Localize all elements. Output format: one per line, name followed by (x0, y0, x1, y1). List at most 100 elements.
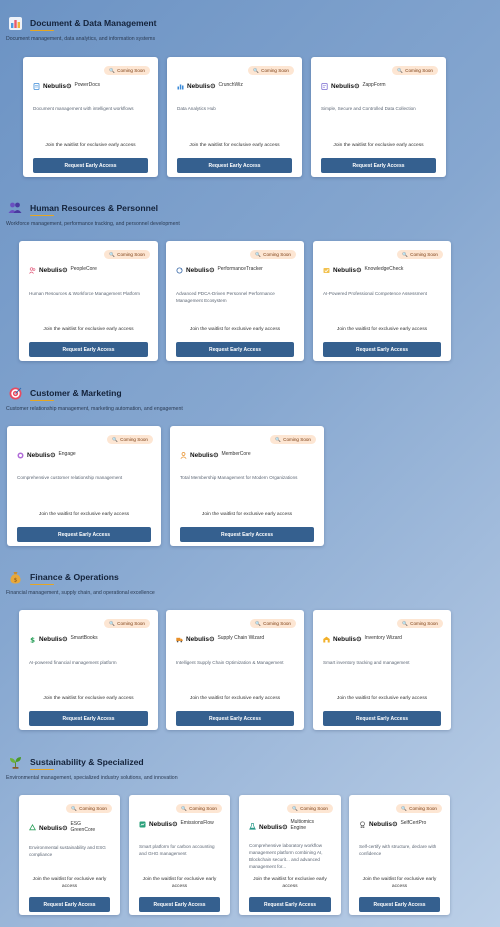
product-name: PerformanceTracker (217, 266, 263, 272)
request-early-access-button[interactable]: Request Early Access (176, 342, 294, 357)
product-description: Simple, Secure and Controlled Data Colle… (321, 106, 416, 111)
coming-soon-badge: 🔍 Coming Soon (397, 619, 443, 628)
section-subtitle: Document management, data analytics, and… (6, 36, 156, 42)
waitlist-text: Join the waitlist for exclusive early ac… (336, 696, 428, 701)
product-name: MemberCore (221, 451, 251, 457)
brand-logo: Nebulis⊙ (39, 636, 68, 643)
waitlist-text: Join the waitlist for exclusive early ac… (43, 696, 134, 701)
certificate-icon (359, 820, 366, 828)
analytics-icon (177, 83, 184, 90)
product-description: Comprehensive laboratory workflow manage… (249, 843, 323, 869)
coming-soon-badge: 🔍 Coming Soon (250, 250, 296, 259)
section-subtitle: Environmental management, specialized in… (6, 775, 178, 781)
product-description: AI-Powered Professional Competence Asses… (323, 291, 427, 296)
coming-soon-badge: 🔍 Coming Soon (392, 66, 438, 75)
coming-soon-badge: 🔍 Coming Soon (396, 804, 442, 813)
search-icon: 🔍 (292, 805, 299, 811)
product-description: Intelligent Supply Chain Optimization & … (176, 660, 284, 665)
search-icon: 🔍 (181, 805, 188, 811)
recycle-icon (29, 824, 36, 831)
request-early-access-button[interactable]: Request Early Access (29, 897, 110, 912)
coming-soon-badge: 🔍 Coming Soon (104, 619, 150, 628)
request-early-access-button[interactable]: Request Early Access (249, 897, 331, 912)
product-card-multiomics-engine: 🔍 Coming Soon Nebulis⊙ Multiomics Engine … (239, 795, 341, 915)
product-title: Nebulis⊙ CrunchWiz (177, 82, 243, 90)
dollar-icon: $ (29, 636, 36, 643)
product-description: Comprehensive customer relationship mana… (17, 475, 123, 480)
request-early-access-button[interactable]: Request Early Access (17, 527, 151, 542)
brand-logo: Nebulis⊙ (331, 83, 360, 90)
product-title: Nebulis⊙ Engage (17, 451, 76, 459)
product-name: CrunchWiz (218, 82, 243, 88)
brand-logo: Nebulis⊙ (39, 267, 68, 274)
product-title: $ Nebulis⊙ SmartBooks (29, 635, 98, 643)
product-title: Nebulis⊙ SelfCertPro (359, 820, 426, 828)
search-icon: 🔍 (109, 251, 116, 257)
brand-logo: Nebulis⊙ (39, 825, 68, 832)
product-title: Nebulis⊙ ZappForm (321, 82, 386, 90)
section-title: Customer & Marketing (30, 388, 122, 401)
product-name: KnowledgeCheck (364, 266, 404, 272)
search-icon: 🔍 (402, 251, 409, 257)
coming-soon-badge: 🔍 Coming Soon (107, 435, 153, 444)
product-title: Nebulis⊙ KnowledgeCheck (323, 266, 403, 274)
search-icon: 🔍 (112, 436, 119, 442)
engage-icon (17, 452, 24, 459)
product-card-performancetracker: 🔍 Coming Soon Nebulis⊙ PerformanceTracker… (166, 241, 304, 361)
product-name: SelfCertPro (400, 820, 427, 826)
waitlist-text: Join the waitlist for exclusive early ac… (189, 327, 281, 332)
coming-soon-badge: 🔍 Coming Soon (104, 66, 150, 75)
product-title: Nebulis⊙ PowerDocs (33, 82, 100, 90)
request-early-access-button[interactable]: Request Early Access (323, 711, 441, 726)
request-early-access-button[interactable]: Request Early Access (33, 158, 148, 173)
product-name: ZappForm (362, 82, 386, 88)
product-description: Environmental sustainability and ESG com… (29, 845, 106, 857)
product-title: Nebulis⊙ Inventory Wizard (323, 635, 402, 643)
product-name: Supply Chain Wizard (217, 635, 265, 641)
product-card-zappform: 🔍 Coming Soon Nebulis⊙ ZappForm Simple, S… (311, 57, 446, 177)
search-icon: 🔍 (255, 251, 262, 257)
coming-soon-badge: 🔍 Coming Soon (248, 66, 294, 75)
waitlist-text: Join the waitlist for exclusive early ac… (189, 696, 281, 701)
product-card-emissionsflow: 🔍 Coming Soon Nebulis⊙ EmissionsFlow Smar… (129, 795, 230, 915)
request-early-access-button[interactable]: Request Early Access (180, 527, 314, 542)
people-icon (8, 201, 22, 215)
coming-soon-badge: 🔍 Coming Soon (176, 804, 222, 813)
brand-logo: Nebulis⊙ (369, 821, 398, 828)
request-early-access-button[interactable]: Request Early Access (359, 897, 440, 912)
brand-logo: Nebulis⊙ (149, 821, 178, 828)
section-title: Sustainability & Specialized (30, 757, 144, 770)
product-description: AI-powered financial management platform (29, 660, 117, 665)
product-card-inventory-wizard: 🔍 Coming Soon Nebulis⊙ Inventory Wizard S… (313, 610, 451, 730)
waitlist-text: Join the waitlist for exclusive early ac… (333, 143, 424, 148)
money-bag-icon: $ (8, 570, 22, 584)
brand-logo: Nebulis⊙ (333, 267, 362, 274)
brand-logo: Nebulis⊙ (190, 452, 219, 459)
product-title: Nebulis⊙ MemberCore (180, 451, 251, 459)
request-early-access-button[interactable]: Request Early Access (177, 158, 292, 173)
product-card-esg-greencore: 🔍 Coming Soon Nebulis⊙ ESG GreenCore Envi… (19, 795, 120, 915)
section-title: Document & Data Management (30, 18, 157, 31)
request-early-access-button[interactable]: Request Early Access (323, 342, 441, 357)
brand-logo: Nebulis⊙ (43, 83, 72, 90)
request-early-access-button[interactable]: Request Early Access (176, 711, 294, 726)
brand-logo: Nebulis⊙ (333, 636, 362, 643)
product-name: Engage (58, 451, 76, 457)
waitlist-text: Join the waitlist for exclusive early ac… (142, 877, 217, 889)
product-name: SmartBooks (70, 635, 98, 641)
request-early-access-button[interactable]: Request Early Access (139, 897, 220, 912)
coming-soon-badge: 🔍 Coming Soon (270, 435, 316, 444)
product-card-engage: 🔍 Coming Soon Nebulis⊙ Engage Comprehensi… (7, 426, 161, 546)
waitlist-text: Join the waitlist for exclusive early ac… (362, 877, 437, 889)
request-early-access-button[interactable]: Request Early Access (29, 342, 148, 357)
emissions-icon (139, 821, 146, 828)
search-icon: 🔍 (109, 67, 116, 73)
request-early-access-button[interactable]: Request Early Access (29, 711, 148, 726)
section-header: Document & Data Management (8, 14, 157, 32)
product-description: Smart inventory tracking and management (323, 660, 410, 665)
brand-logo: Nebulis⊙ (27, 452, 56, 459)
product-card-powerdocs: 🔍 Coming Soon Nebulis⊙ PowerDocs Document… (23, 57, 158, 177)
product-name: EmissionsFlow (180, 820, 214, 826)
waitlist-text: Join the waitlist for exclusive early ac… (201, 512, 293, 517)
request-early-access-button[interactable]: Request Early Access (321, 158, 436, 173)
